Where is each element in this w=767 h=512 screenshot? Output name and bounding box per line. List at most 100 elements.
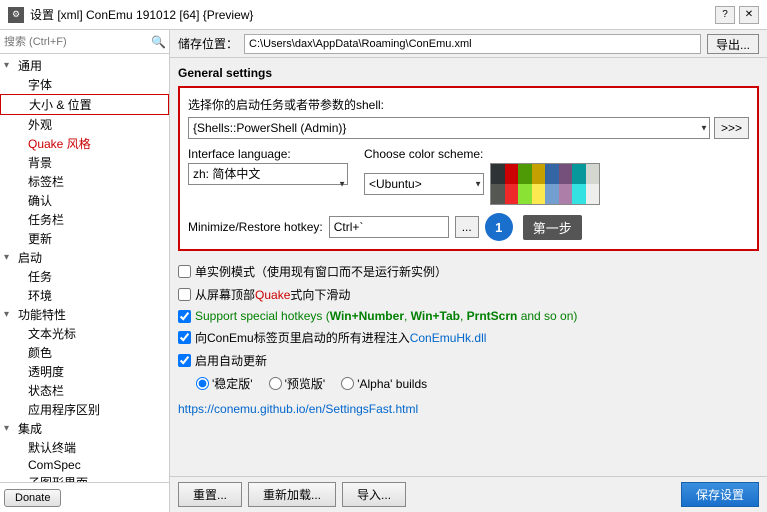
help-button[interactable]: ? — [715, 6, 735, 24]
checkbox-conemuhk[interactable] — [178, 331, 191, 344]
sidebar-item-tabs[interactable]: 标签栏 — [0, 172, 169, 191]
colorscheme-dropdown[interactable]: <Ubuntu> — [364, 173, 484, 195]
tree-container: ▾ 通用 字体 大小 & 位置 外观 Quake 风格 背景 标签栏 确认 — [0, 54, 169, 482]
sidebar-label-appdistinct: 应用程序区别 — [28, 401, 165, 418]
sidebar-item-size-pos[interactable]: 大小 & 位置 — [0, 94, 169, 115]
sidebar-item-env[interactable]: 环境 — [0, 286, 169, 305]
color-cell — [518, 184, 532, 204]
close-button[interactable]: ✕ — [739, 6, 759, 24]
checkbox-autoupdate[interactable] — [178, 354, 191, 367]
radio-preview[interactable] — [269, 377, 282, 390]
search-input[interactable] — [4, 36, 151, 48]
sidebar-label-taskbar: 任务栏 — [28, 211, 165, 228]
sidebar-label-background: 背景 — [28, 154, 165, 171]
sidebar-label-general: 通用 — [18, 57, 165, 74]
checkbox-section: 单实例模式（使用现有窗口而不是运行新实例） 从屏幕顶部Quake式向下滑动 Su… — [178, 259, 759, 396]
radio-label-stable: '稳定版' — [212, 375, 253, 392]
color-scheme-preview — [490, 163, 600, 205]
sidebar-item-update[interactable]: 更新 — [0, 229, 169, 248]
expander-features: ▾ — [4, 309, 18, 320]
expander-startup: ▾ — [4, 252, 18, 263]
sidebar-item-transparency[interactable]: 透明度 — [0, 362, 169, 381]
shell-dropdown-wrapper: {Shells::PowerShell (Admin)} ▼ — [188, 117, 710, 139]
sidebar-label-startup: 启动 — [18, 249, 165, 266]
color-cell — [559, 184, 573, 204]
color-cell — [518, 164, 532, 184]
radio-row-alpha: 'Alpha' builds — [341, 377, 427, 391]
sidebar-label-statusbar: 状态栏 — [28, 382, 165, 399]
shell-dropdown[interactable]: {Shells::PowerShell (Admin)} — [188, 117, 710, 139]
colorscheme-dropdown-wrapper: <Ubuntu> ▼ — [364, 173, 484, 195]
titlebar-buttons: ? ✕ — [715, 6, 759, 24]
sidebar-item-confirm[interactable]: 确认 — [0, 191, 169, 210]
sidebar-item-font[interactable]: 字体 — [0, 75, 169, 94]
color-cell — [505, 184, 519, 204]
sidebar-item-general[interactable]: ▾ 通用 — [0, 56, 169, 75]
sidebar-item-statusbar[interactable]: 状态栏 — [0, 381, 169, 400]
color-cell — [505, 164, 519, 184]
radio-group-update: '稳定版' '预览版' 'Alpha' builds — [196, 375, 759, 392]
lang-dropdown[interactable]: zh: 简体中文 — [188, 163, 348, 185]
sidebar-item-background[interactable]: 背景 — [0, 153, 169, 172]
lang-field-group: Interface language: zh: 简体中文 ▼ — [188, 147, 348, 205]
step-circle: 1 — [485, 213, 513, 241]
lang-color-row: Interface language: zh: 简体中文 ▼ Choose co… — [188, 147, 749, 205]
sidebar-item-colors[interactable]: 颜色 — [0, 343, 169, 362]
import-button[interactable]: 导入... — [342, 482, 406, 507]
sidebar-item-integration[interactable]: ▾ 集成 — [0, 419, 169, 438]
sidebar-item-startup[interactable]: ▾ 启动 — [0, 248, 169, 267]
sidebar-item-taskbar[interactable]: 任务栏 — [0, 210, 169, 229]
window-title: 设置 [xml] ConEmu 191012 [64] {Preview} — [30, 6, 715, 23]
reload-button[interactable]: 重新加载... — [248, 482, 336, 507]
radio-label-preview: '预览版' — [285, 375, 326, 392]
radio-row-preview: '预览版' — [269, 375, 326, 392]
sidebar-label-env: 环境 — [28, 287, 165, 304]
settings-link[interactable]: https://conemu.github.io/en/SettingsFast… — [178, 402, 418, 416]
sidebar-label-tasks: 任务 — [28, 268, 165, 285]
color-cell — [491, 184, 505, 204]
bottom-bar: 重置... 重新加载... 导入... 保存设置 — [170, 476, 767, 512]
sidebar-bottom: Donate — [0, 482, 169, 512]
checkbox-row-quake: 从屏幕顶部Quake式向下滑动 — [178, 286, 759, 303]
sidebar-label-quake: Quake 风格 — [28, 135, 165, 152]
content: 储存位置： 导出... General settings 选择你的启动任务或者带… — [170, 30, 767, 512]
save-button[interactable]: 保存设置 — [681, 482, 759, 507]
export-button[interactable]: 导出... — [707, 34, 759, 54]
sidebar-item-subfaceif[interactable]: 子图形界面 — [0, 473, 169, 482]
storage-label: 储存位置： — [178, 35, 238, 52]
checkbox-single-instance[interactable] — [178, 265, 191, 278]
section-title: General settings — [178, 66, 759, 80]
sidebar-label-transparency: 透明度 — [28, 363, 165, 380]
lang-dropdown-wrapper: zh: 简体中文 ▼ — [188, 163, 348, 205]
radio-stable[interactable] — [196, 377, 209, 390]
sidebar-item-textcursor[interactable]: 文本光标 — [0, 324, 169, 343]
sidebar-item-features[interactable]: ▾ 功能特性 — [0, 305, 169, 324]
donate-button[interactable]: Donate — [4, 489, 61, 507]
sidebar-label-comspec: ComSpec — [28, 458, 165, 472]
sidebar-label-confirm: 确认 — [28, 192, 165, 209]
checkbox-label-hotkeys: Support special hotkeys (Win+Number, Win… — [195, 309, 577, 323]
expander-general: ▾ — [4, 60, 18, 71]
reset-button[interactable]: 重置... — [178, 482, 242, 507]
checkbox-row-hotkeys: Support special hotkeys (Win+Number, Win… — [178, 309, 759, 323]
checkbox-special-hotkeys[interactable] — [178, 310, 191, 323]
radio-alpha[interactable] — [341, 377, 354, 390]
sidebar-item-appearance[interactable]: 外观 — [0, 115, 169, 134]
sidebar-item-appdistinct[interactable]: 应用程序区别 — [0, 400, 169, 419]
checkbox-label-autoupdate: 启用自动更新 — [195, 352, 267, 369]
sidebar-item-comspec[interactable]: ComSpec — [0, 457, 169, 473]
triple-arrow-button[interactable]: >>> — [714, 117, 749, 139]
sidebar-label-features: 功能特性 — [18, 306, 165, 323]
hotkey-row: Minimize/Restore hotkey: ... 1 第一步 — [188, 213, 749, 241]
checkbox-label-quake: 从屏幕顶部Quake式向下滑动 — [195, 286, 350, 303]
shell-row: {Shells::PowerShell (Admin)} ▼ >>> — [188, 117, 749, 139]
hotkey-input[interactable] — [329, 216, 449, 238]
sidebar-item-quake[interactable]: Quake 风格 — [0, 134, 169, 153]
sidebar-item-defaultterm[interactable]: 默认终端 — [0, 438, 169, 457]
sidebar-item-tasks[interactable]: 任务 — [0, 267, 169, 286]
checkbox-quake-slide[interactable] — [178, 288, 191, 301]
dots-button[interactable]: ... — [455, 216, 479, 238]
sidebar-label-size-pos: 大小 & 位置 — [29, 96, 164, 113]
checkbox-label-conemuhk: 向ConEmu标签页里启动的所有进程注入ConEmuHk.dll — [195, 329, 486, 346]
storage-path-input[interactable] — [244, 34, 701, 54]
